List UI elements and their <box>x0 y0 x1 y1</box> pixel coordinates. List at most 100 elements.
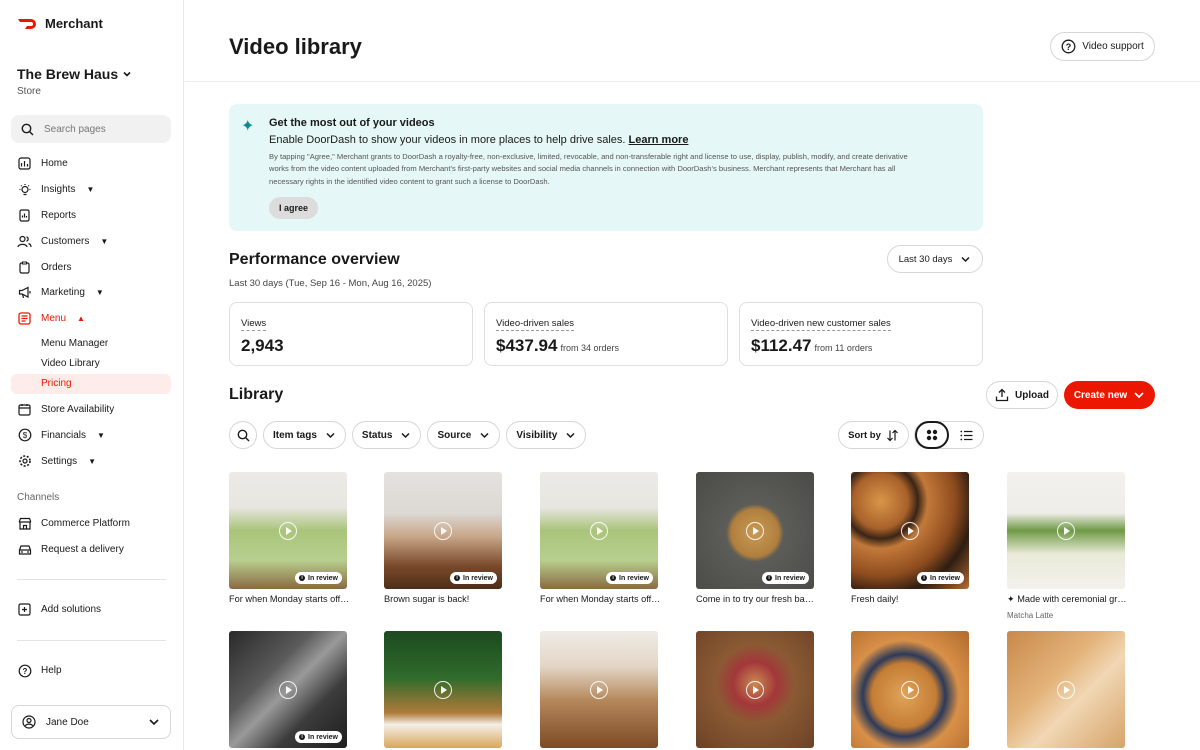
library-title: Library <box>229 386 284 403</box>
play-icon <box>746 521 764 540</box>
help-label: Help <box>41 665 62 677</box>
metric-note: from 34 orders <box>560 343 619 353</box>
help-button[interactable]: ? Help <box>11 658 171 684</box>
upload-button[interactable]: Upload <box>986 381 1058 409</box>
video-thumbnail[interactable]: i In review <box>696 472 814 589</box>
view-toggle <box>914 421 984 449</box>
sidebar-item-commerce-platform[interactable]: Commerce Platform <box>11 511 171 537</box>
store-name: The Brew Haus <box>17 66 119 82</box>
video-item-tag: Matcha Latte <box>1007 611 1054 620</box>
search-icon <box>237 429 249 441</box>
page-title: Video library <box>229 34 362 59</box>
metric-card-new-customer-sales: Video-driven new customer sales $112.47 f… <box>739 302 983 366</box>
create-new-label: Create new <box>1073 389 1128 401</box>
date-range-dropdown[interactable]: Last 30 days <box>887 245 983 273</box>
metric-card-views: Views 2,943 <box>229 302 473 366</box>
video-thumbnail[interactable] <box>696 631 814 748</box>
sidebar-item-insights[interactable]: Insights ▼ <box>11 177 171 203</box>
sort-label: Sort by <box>848 429 881 441</box>
chevron-down-icon <box>480 432 489 438</box>
video-thumbnail[interactable] <box>1007 472 1125 589</box>
metric-label[interactable]: Video-driven new customer sales <box>751 318 891 331</box>
status-label: In review <box>775 574 805 582</box>
play-icon <box>279 521 297 540</box>
calendar-icon <box>17 402 32 417</box>
video-thumbnail[interactable]: i In review <box>229 472 347 589</box>
filter-status[interactable]: Status <box>351 421 422 449</box>
performance-title: Performance overview <box>229 251 400 268</box>
sidebar-item-request-delivery[interactable]: Request a delivery <box>11 537 171 563</box>
video-support-button[interactable]: ? Video support <box>1050 32 1155 61</box>
sidebar-item-label: Financials <box>41 429 87 441</box>
sidebar-subitem-pricing[interactable]: Pricing <box>11 373 171 394</box>
info-icon: i <box>299 734 306 740</box>
sidebar-item-settings[interactable]: Settings ▼ <box>11 448 171 474</box>
upload-label: Upload <box>1015 389 1049 401</box>
sidebar-item-home[interactable]: Home <box>11 151 171 177</box>
user-menu[interactable]: Jane Doe <box>11 705 171 739</box>
megaphone-icon <box>17 285 32 300</box>
sidebar-item-menu[interactable]: Menu ▲ <box>11 306 171 332</box>
agree-button[interactable]: I agree <box>269 197 319 219</box>
store-switcher[interactable]: The Brew Haus <box>17 66 132 82</box>
home-icon <box>17 156 32 171</box>
info-icon: i <box>766 575 773 581</box>
banner-title: Get the most out of your videos <box>269 117 435 129</box>
svg-text:?: ? <box>22 667 27 676</box>
plus-square-icon <box>17 602 32 617</box>
search-box[interactable] <box>11 115 171 143</box>
sort-arrows-icon <box>886 429 898 441</box>
list-icon <box>959 430 973 440</box>
brand-logo[interactable]: Merchant <box>17 16 103 31</box>
library-search-button[interactable] <box>229 421 257 449</box>
video-thumbnail[interactable] <box>540 631 658 748</box>
filter-visibility[interactable]: Visibility <box>506 421 587 449</box>
sidebar-item-financials[interactable]: $ Financials ▼ <box>11 422 171 448</box>
video-caption: ✦ Made with ceremonial grade matcha <box>1007 594 1129 604</box>
grid-view-button[interactable] <box>915 421 950 449</box>
menu-icon <box>17 311 32 326</box>
sidebar: Merchant The Brew Haus Store Home Insigh… <box>0 0 184 750</box>
sidebar-subitem-video-library[interactable]: Video Library <box>11 354 171 374</box>
sidebar-item-orders[interactable]: Orders <box>11 254 171 280</box>
video-thumbnail[interactable]: i In review <box>540 472 658 589</box>
sidebar-item-marketing[interactable]: Marketing ▼ <box>11 280 171 306</box>
sidebar-item-customers[interactable]: Customers ▼ <box>11 228 171 254</box>
learn-more-link[interactable]: Learn more <box>629 134 689 146</box>
sidebar-item-store-availability[interactable]: Store Availability <box>11 397 171 423</box>
filter-source[interactable]: Source <box>427 421 501 449</box>
chevron-down-icon: ▼ <box>86 185 95 195</box>
add-solutions-button[interactable]: Add solutions <box>11 597 171 623</box>
svg-text:?: ? <box>1066 42 1072 52</box>
metric-label[interactable]: Video-driven sales <box>496 318 574 331</box>
status-label: In review <box>463 574 493 582</box>
list-view-button[interactable] <box>949 421 983 449</box>
video-thumbnail[interactable]: i In review <box>229 631 347 748</box>
filter-item-tags[interactable]: Item tags <box>263 421 346 449</box>
chevron-down-icon: ▼ <box>95 288 104 298</box>
metric-value: $437.94 from 34 orders <box>496 336 619 356</box>
video-thumbnail[interactable] <box>1007 631 1125 748</box>
video-thumbnail[interactable] <box>851 631 969 748</box>
license-banner: ✦ Get the most out of your videos Enable… <box>229 104 983 231</box>
search-input[interactable] <box>44 123 154 135</box>
status-badge: i In review <box>762 572 809 584</box>
video-thumbnail[interactable]: i In review <box>851 472 969 589</box>
video-thumbnail[interactable] <box>384 631 502 748</box>
metric-label[interactable]: Views <box>241 318 267 331</box>
sidebar-item-reports[interactable]: Reports <box>11 203 171 229</box>
sidebar-item-label: Insights <box>41 184 76 196</box>
user-avatar-icon <box>22 715 36 729</box>
video-caption: Brown sugar is back! <box>384 594 470 604</box>
upload-icon <box>995 388 1009 402</box>
create-new-button[interactable]: Create new <box>1064 381 1155 409</box>
metric-number: $437.94 <box>496 336 558 355</box>
play-icon <box>901 521 919 540</box>
video-caption: For when Monday starts off right <box>229 594 351 604</box>
channels-nav: Commerce Platform Request a delivery <box>11 511 171 563</box>
sidebar-item-label: Orders <box>41 261 72 273</box>
store-type: Store <box>17 86 41 97</box>
sidebar-subitem-menu-manager[interactable]: Menu Manager <box>11 334 171 354</box>
video-thumbnail[interactable]: i In review <box>384 472 502 589</box>
sort-by-button[interactable]: Sort by <box>838 421 909 449</box>
